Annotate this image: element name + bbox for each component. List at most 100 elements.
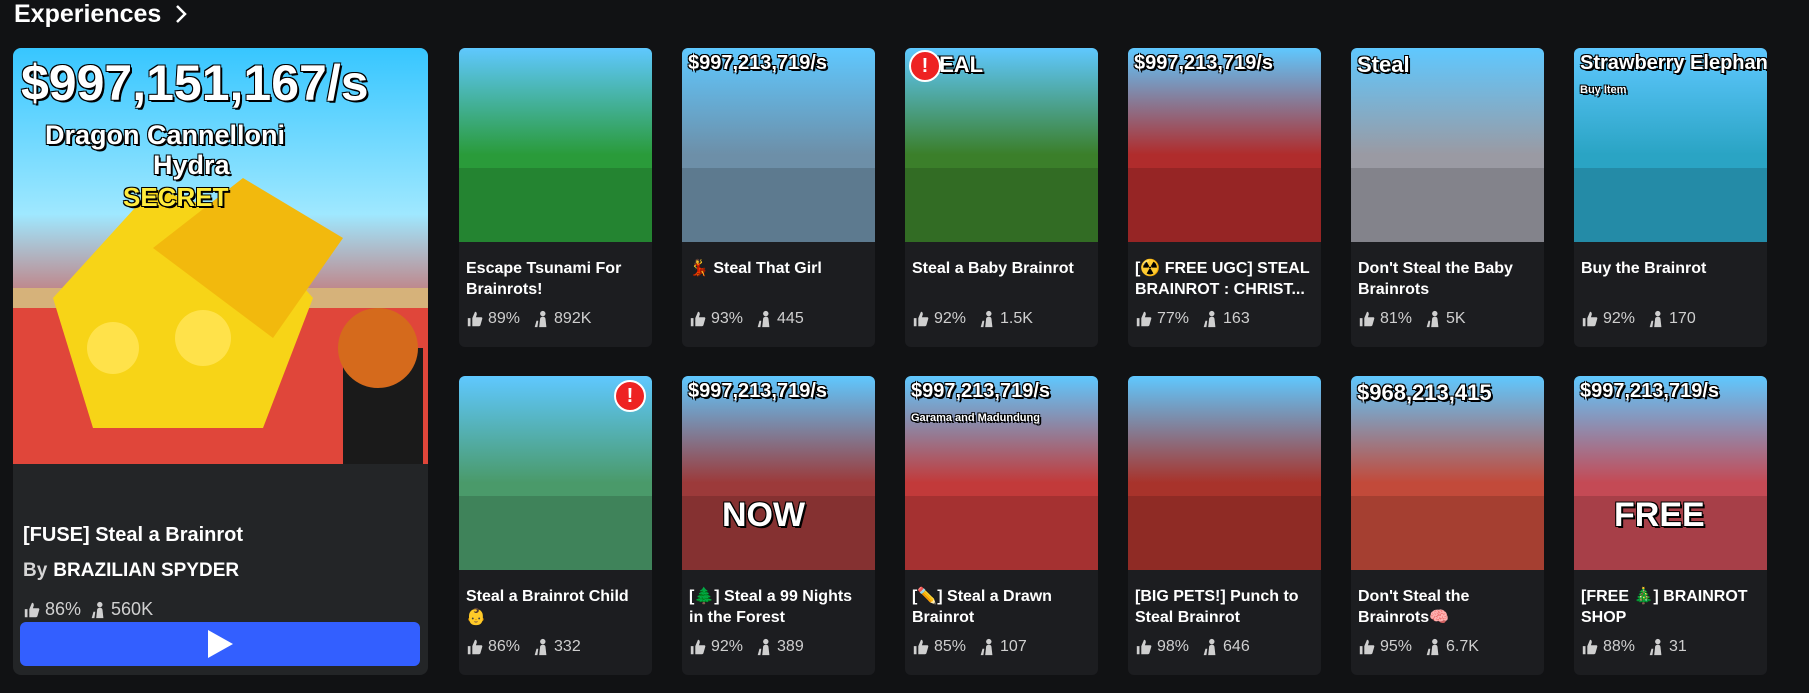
rating-stat: 86% bbox=[23, 599, 81, 620]
players-stat: 163 bbox=[1201, 310, 1250, 328]
experience-stats: 98% 646 bbox=[1135, 638, 1250, 656]
experience-title[interactable]: [BIG PETS!] Punch to Steal Brainrot bbox=[1135, 586, 1315, 628]
thumbs-up-icon bbox=[1582, 311, 1598, 327]
rating-value: 81% bbox=[1380, 310, 1413, 327]
experience-card[interactable]: Strawberry Elephant Buy Item Buy the Brain… bbox=[1574, 48, 1767, 347]
experience-card[interactable]: $997,213,719/s Garama and Madundung [✏️] S… bbox=[905, 376, 1098, 675]
rating-value: 92% bbox=[1603, 310, 1636, 327]
thumbs-up-icon bbox=[1359, 311, 1375, 327]
players-stat: 31 bbox=[1647, 638, 1687, 656]
play-button[interactable] bbox=[20, 622, 420, 666]
featured-title[interactable]: [FUSE] Steal a Brainrot bbox=[23, 524, 243, 547]
users-icon bbox=[1203, 638, 1216, 656]
experience-card[interactable]: $997,213,719/s 💃 Steal That Girl 93% 445 bbox=[682, 48, 875, 347]
section-header[interactable]: Experiences bbox=[14, 0, 191, 28]
experience-title[interactable]: Escape Tsunami For Brainrots! bbox=[466, 258, 646, 300]
experience-title[interactable]: [☢️ FREE UGC] STEAL BRAINROT : CHRIST... bbox=[1135, 258, 1315, 300]
featured-creator-name[interactable]: BRAZILIAN SPYDER bbox=[53, 560, 239, 581]
players-stat: 170 bbox=[1647, 310, 1696, 328]
users-icon bbox=[980, 310, 993, 328]
rating-stat: 92% bbox=[689, 638, 743, 656]
featured-creator[interactable]: By BRAZILIAN SPYDER bbox=[23, 560, 239, 582]
experience-thumbnail[interactable] bbox=[1128, 376, 1321, 570]
experience-card[interactable]: STEAL! Steal a Baby Brainrot 92% 1.5K bbox=[905, 48, 1098, 347]
experience-title[interactable]: [🌲] Steal a 99 Nights in the Forest bbox=[689, 586, 869, 628]
experience-title[interactable]: Steal a Baby Brainrot bbox=[912, 258, 1092, 279]
experience-stats: 88% 31 bbox=[1581, 638, 1687, 656]
experience-card[interactable]: $997,213,719/s NOW [🌲] Steal a 99 Nights i… bbox=[682, 376, 875, 675]
experience-title[interactable]: Don't Steal the Brainrots🧠 bbox=[1358, 586, 1538, 628]
featured-by-prefix: By bbox=[23, 560, 48, 581]
experience-title[interactable]: 💃 Steal That Girl bbox=[689, 258, 869, 279]
thumbnail-subtext: FREE bbox=[1614, 496, 1705, 534]
experience-thumbnail[interactable]: Strawberry Elephant Buy Item bbox=[1574, 48, 1767, 242]
rating-stat: 89% bbox=[466, 310, 520, 328]
players-value: 163 bbox=[1223, 310, 1250, 327]
rating-stat: 81% bbox=[1358, 310, 1412, 328]
experience-card[interactable]: $968,213,415 Don't Steal the Brainrots🧠 95… bbox=[1351, 376, 1544, 675]
players-stat: 1.5K bbox=[978, 310, 1033, 328]
experience-thumbnail[interactable]: $997,213,719/s FREE bbox=[1574, 376, 1767, 570]
experience-thumbnail[interactable]: $968,213,415 bbox=[1351, 376, 1544, 570]
rating-stat: 98% bbox=[1135, 638, 1189, 656]
thumbnail-subtext: Buy Item bbox=[1580, 84, 1627, 96]
players-value: 6.7K bbox=[1446, 638, 1479, 655]
experience-card[interactable]: Steal Don't Steal the Baby Brainrots 81% 5K bbox=[1351, 48, 1544, 347]
experience-thumbnail[interactable]: $997,213,719/s NOW bbox=[682, 376, 875, 570]
experience-stats: 86% 332 bbox=[466, 638, 581, 656]
players-stat: 445 bbox=[755, 310, 804, 328]
experience-thumbnail[interactable]: Steal bbox=[1351, 48, 1544, 242]
rating-stat: 95% bbox=[1358, 638, 1412, 656]
experience-card[interactable]: Escape Tsunami For Brainrots! 89% 892K bbox=[459, 48, 652, 347]
alert-badge-icon: ! bbox=[614, 380, 646, 412]
experience-title[interactable]: [✏️] Steal a Drawn Brainrot bbox=[912, 586, 1092, 628]
users-icon bbox=[534, 638, 547, 656]
experience-title[interactable]: Buy the Brainrot bbox=[1581, 258, 1761, 279]
featured-thumbnail[interactable]: $997,151,167/s Dragon Cannelloni Hydra S… bbox=[13, 48, 428, 464]
thumbs-up-icon bbox=[24, 602, 40, 617]
rating-stat: 88% bbox=[1581, 638, 1635, 656]
users-icon bbox=[1203, 310, 1216, 328]
thumbnail-text: $997,213,719/s bbox=[1580, 380, 1720, 402]
rating-value: 93% bbox=[711, 310, 744, 327]
players-stat: 892K bbox=[532, 310, 591, 328]
experience-card[interactable]: $997,213,719/s [☢️ FREE UGC] STEAL BRAINR… bbox=[1128, 48, 1321, 347]
thumbnail-ground bbox=[459, 496, 652, 570]
experience-card[interactable]: [BIG PETS!] Punch to Steal Brainrot 98% 64… bbox=[1128, 376, 1321, 675]
players-value: 170 bbox=[1669, 310, 1696, 327]
rating-value: 85% bbox=[934, 638, 967, 655]
rating-value: 89% bbox=[488, 310, 521, 327]
rating-value: 98% bbox=[1157, 638, 1190, 655]
experience-title[interactable]: Don't Steal the Baby Brainrots bbox=[1358, 258, 1538, 300]
experience-thumbnail[interactable]: $997,213,719/s bbox=[1128, 48, 1321, 242]
experience-thumbnail[interactable]: $997,213,719/s Garama and Madundung bbox=[905, 376, 1098, 570]
section-title[interactable]: Experiences bbox=[14, 0, 161, 29]
chevron-right-icon[interactable] bbox=[171, 4, 191, 24]
rating-value: 95% bbox=[1380, 638, 1413, 655]
experience-title[interactable]: Steal a Brainrot Child👶 bbox=[466, 586, 646, 628]
experience-stats: 77% 163 bbox=[1135, 310, 1250, 328]
featured-pet-name-line2: Hydra bbox=[153, 150, 230, 180]
users-icon bbox=[91, 601, 104, 618]
experience-thumbnail[interactable]: ! bbox=[459, 376, 652, 570]
users-icon bbox=[757, 310, 770, 328]
experience-thumbnail[interactable]: STEAL! bbox=[905, 48, 1098, 242]
players-stat: 5K bbox=[1424, 310, 1466, 328]
featured-experience-card[interactable]: $997,151,167/s Dragon Cannelloni Hydra S… bbox=[13, 48, 428, 675]
experience-stats: 92% 389 bbox=[689, 638, 804, 656]
players-value: 445 bbox=[777, 310, 804, 327]
experience-card[interactable]: $997,213,719/s FREE [FREE 🎄] BRAINROT SHOP… bbox=[1574, 376, 1767, 675]
players-stat: 646 bbox=[1201, 638, 1250, 656]
thumbnail-subtext: NOW bbox=[722, 496, 806, 534]
players-value: 646 bbox=[1223, 638, 1250, 655]
experience-title[interactable]: [FREE 🎄] BRAINROT SHOP bbox=[1581, 586, 1761, 628]
experience-thumbnail[interactable]: $997,213,719/s bbox=[682, 48, 875, 242]
experience-card[interactable]: ! Steal a Brainrot Child👶 86% 332 bbox=[459, 376, 652, 675]
featured-rarity-text: SECRET bbox=[123, 182, 229, 212]
experience-thumbnail[interactable] bbox=[459, 48, 652, 242]
rating-value: 88% bbox=[1603, 638, 1636, 655]
thumbnail-text: $997,213,719/s bbox=[688, 380, 828, 402]
thumbnail-ground bbox=[1351, 496, 1544, 570]
rating-value: 92% bbox=[711, 638, 744, 655]
rating-stat: 93% bbox=[689, 310, 743, 328]
